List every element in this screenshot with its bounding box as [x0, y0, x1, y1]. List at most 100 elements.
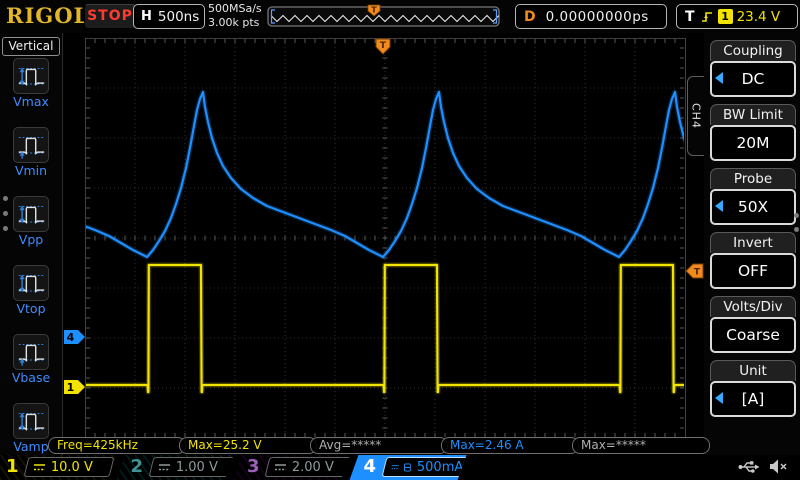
- setting-value[interactable]: OFF: [710, 253, 796, 289]
- menu-item-vbase[interactable]: Vbase: [0, 334, 62, 401]
- measurement-readout: Avg=*****: [310, 437, 448, 454]
- menu-item-vtop[interactable]: Vtop: [0, 265, 62, 332]
- memory-waveform-icon: T: [267, 4, 501, 28]
- channel-4-tab[interactable]: 4 500mA: [350, 455, 467, 480]
- svg-text:T: T: [371, 6, 377, 15]
- setting-unit[interactable]: Unit [A]: [710, 360, 796, 417]
- channel4-settings-menu: Coupling DC BW Limit 20M Probe 50X InvertOFF Vo…: [704, 33, 800, 456]
- measurement-readout: Freq=425kHz: [48, 437, 186, 454]
- vertical-measure-menu: Vertical VmaxVminVppVtopVbaseVamp: [0, 33, 63, 456]
- trigger-level-value: 23.4 V: [737, 9, 781, 25]
- menu-item-label: Vmin: [0, 163, 62, 178]
- channel-3-tab[interactable]: 3 2.00 V: [233, 455, 350, 480]
- channel-4-zero-marker[interactable]: 4: [64, 330, 85, 344]
- measurement-readout: Max=*****: [572, 437, 710, 454]
- svg-text:4: 4: [67, 331, 75, 344]
- scroll-dot: [3, 211, 8, 216]
- selected-arrow-icon: [715, 72, 723, 84]
- vpp-icon: [13, 196, 49, 232]
- channel-1-tab[interactable]: 1 10.0 V: [0, 455, 117, 480]
- setting-label: Coupling: [710, 40, 796, 61]
- measurement-readout: Max=2.46 A: [441, 437, 579, 454]
- setting-coupling[interactable]: Coupling DC: [710, 40, 796, 97]
- scroll-dot: [3, 226, 8, 231]
- setting-label: BW Limit: [710, 104, 796, 125]
- setting-label: Probe: [710, 168, 796, 189]
- speaker-muted-icon: [769, 458, 788, 475]
- setting-probe[interactable]: Probe 50X: [710, 168, 796, 225]
- memory-position-bar[interactable]: T: [267, 4, 501, 28]
- setting-value[interactable]: 20M: [710, 125, 796, 161]
- channel-menu-label: CH4: [690, 103, 703, 129]
- memory-depth: 3.00k pts: [208, 16, 262, 30]
- trigger-info-box[interactable]: T 1 23.4 V: [676, 4, 798, 29]
- channel-menu-tab: CH4: [687, 76, 704, 156]
- channel-scale-value: 2.00 V: [292, 460, 334, 475]
- channel-scale-value: 1.00 V: [176, 460, 218, 475]
- channel-number: 2: [131, 456, 144, 477]
- selected-arrow-icon: [715, 392, 723, 404]
- oscilloscope-screen: T T 4 1 RIGOL STOP H 500ns 500MSa/s 3.00k p…: [0, 0, 800, 480]
- menu-item-vmin[interactable]: Vmin: [0, 127, 62, 194]
- setting-invert[interactable]: InvertOFF: [710, 232, 796, 289]
- setting-value-text: [A]: [742, 390, 765, 408]
- waveform-display: T T 4 1: [0, 0, 800, 480]
- trigger-label: T: [685, 9, 695, 25]
- rigol-logo: RIGOL: [6, 3, 89, 28]
- dc-coupling-icon: [274, 462, 287, 472]
- channel-number: 4: [364, 456, 377, 477]
- channel-scale-box: 1.00 V: [148, 457, 239, 477]
- menu-item-vpp[interactable]: Vpp: [0, 196, 62, 263]
- channel-2-tab[interactable]: 2 1.00 V: [117, 455, 234, 480]
- system-status-icons: [738, 458, 788, 475]
- scroll-dot: [3, 196, 8, 201]
- channel-scale-box: 500mA: [381, 457, 472, 477]
- setting-value-text: DC: [742, 70, 765, 88]
- setting-value-text: 20M: [736, 134, 769, 152]
- menu-item-vmax[interactable]: Vmax: [0, 58, 62, 125]
- svg-text:T: T: [380, 41, 387, 51]
- selected-arrow-icon: [715, 200, 723, 212]
- dc-coupling-icon: [158, 462, 171, 472]
- menu-item-label: Vbase: [0, 370, 62, 385]
- measurement-readout: Max=25.2 V: [179, 437, 317, 454]
- channel-scale-value: 500mA: [416, 460, 462, 475]
- setting-value[interactable]: DC: [710, 61, 796, 97]
- setting-volts-div[interactable]: Volts/DivCoarse: [710, 296, 796, 353]
- setting-label: Unit: [710, 360, 796, 381]
- channel-scale-value: 10.0 V: [51, 460, 93, 475]
- horizontal-timebase-box[interactable]: H 500ns: [133, 4, 205, 29]
- setting-bw-limit[interactable]: BW Limit 20M: [710, 104, 796, 161]
- setting-value[interactable]: [A]: [710, 381, 796, 417]
- menu-page-dots: [794, 213, 799, 232]
- vmin-icon: [13, 127, 49, 163]
- menu-scroll-dots: [3, 196, 8, 231]
- bw-limit-icon: [404, 461, 411, 474]
- setting-value[interactable]: 50X: [710, 189, 796, 225]
- vbase-icon: [13, 334, 49, 370]
- menu-item-label: Vtop: [0, 301, 62, 316]
- trigger-level-marker[interactable]: T: [686, 264, 703, 278]
- channel-number: 3: [247, 456, 260, 477]
- menu-title: Vertical: [2, 37, 60, 56]
- run-stop-status[interactable]: STOP: [84, 4, 136, 29]
- channel-1-zero-marker[interactable]: 1: [64, 380, 85, 394]
- menu-item-label: Vpp: [0, 232, 62, 247]
- rising-edge-icon: [700, 9, 714, 24]
- horizontal-label: H: [141, 9, 152, 24]
- page-dot: [794, 213, 799, 218]
- setting-value-text: Coarse: [726, 326, 780, 344]
- svg-text:T: T: [694, 268, 701, 278]
- svg-text:1: 1: [67, 381, 75, 394]
- vmax-icon: [13, 58, 49, 94]
- page-dot: [794, 227, 799, 232]
- setting-value-text: 50X: [738, 198, 768, 216]
- channel-number: 1: [6, 456, 19, 477]
- delay-box[interactable]: D 0.00000000ps: [515, 4, 667, 29]
- vtop-icon: [13, 265, 49, 301]
- menu-item-label: Vmax: [0, 94, 62, 109]
- channel-scale-box: 2.00 V: [265, 457, 356, 477]
- usb-icon: [738, 458, 760, 475]
- sample-rate: 500MSa/s: [208, 2, 262, 16]
- setting-value[interactable]: Coarse: [710, 317, 796, 353]
